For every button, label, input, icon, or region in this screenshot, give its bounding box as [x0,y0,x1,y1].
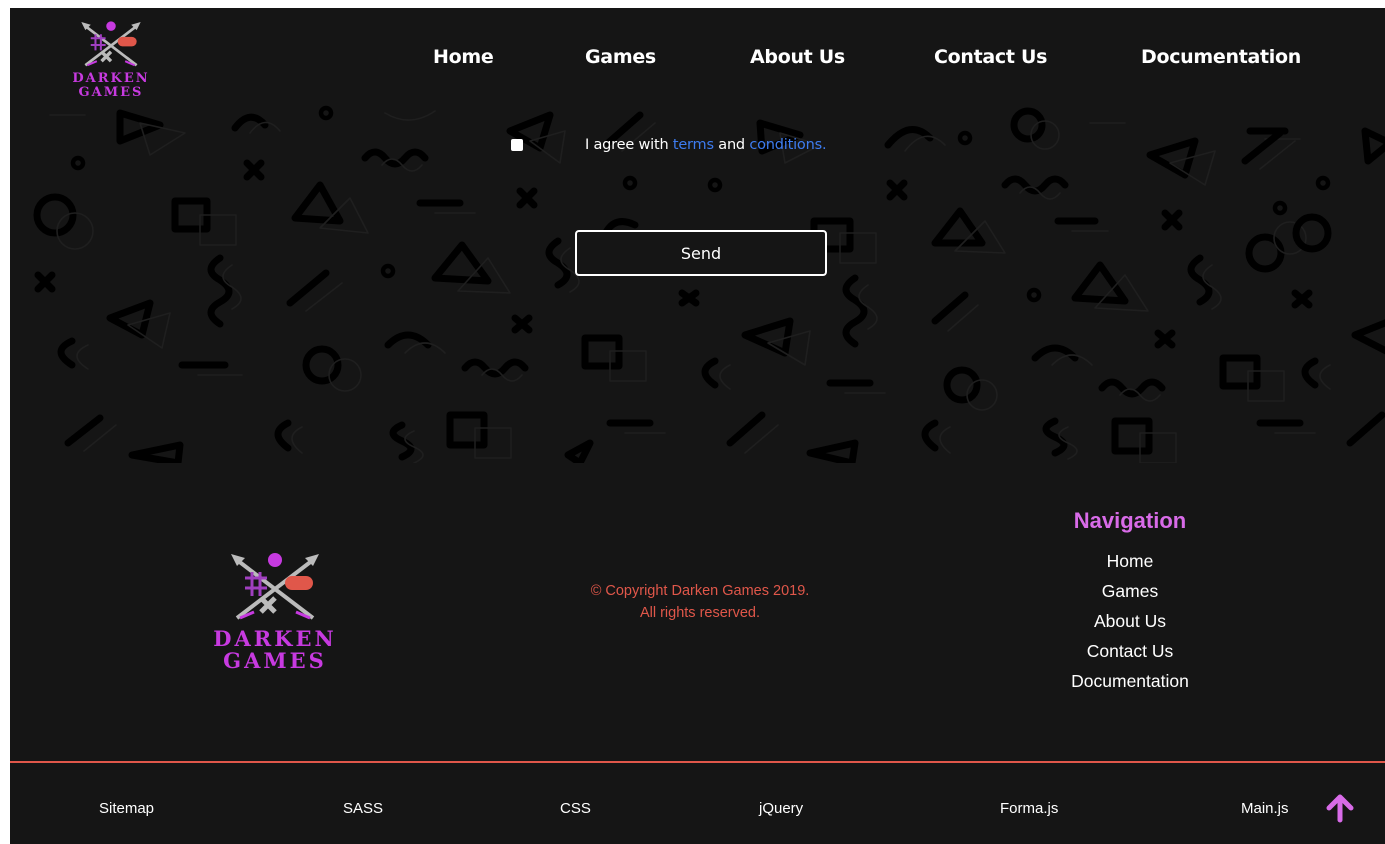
footer-nav-contact-us[interactable]: Contact Us [1030,636,1230,666]
crossed-arrows-logo-icon [231,553,319,620]
css-link[interactable]: CSS [560,800,591,817]
logo-text-line2: GAMES [78,84,144,100]
agree-row: I agree with terms and conditions. [511,136,827,154]
header-logo[interactable]: DARKEN GAMES [56,18,166,99]
nav-documentation[interactable]: Documentation [1141,46,1301,68]
footer-nav-home[interactable]: Home [1030,546,1230,576]
footer-nav-games[interactable]: Games [1030,576,1230,606]
formajs-link[interactable]: Forma.js [1000,800,1058,817]
agree-checkbox[interactable] [511,139,523,151]
terms-link[interactable]: terms [673,137,714,153]
copyright-line2: All rights reserved. [639,605,761,621]
logo-text-line1: DARKEN [213,626,337,651]
footer-divider [10,761,1385,763]
nav-about-us[interactable]: About Us [750,46,845,68]
copyright-line1: © Copyright Darken Games 2019. [590,583,810,599]
footer-nav: Navigation Home Games About Us Contact U… [1030,508,1230,696]
footer-nav-about-us[interactable]: About Us [1030,606,1230,636]
mainjs-link[interactable]: Main.js [1241,800,1289,817]
agree-label: I agree with terms and conditions. [585,137,827,153]
footer-logo[interactable]: DARKEN GAMES [200,548,350,672]
copyright: © Copyright Darken Games 2019. All right… [530,580,870,624]
footer-nav-title: Navigation [1073,508,1187,533]
conditions-link[interactable]: conditions. [749,137,826,153]
nav-games[interactable]: Games [585,46,656,68]
page: DARKEN GAMES Home Games About Us Contact… [10,8,1385,844]
agree-prefix: I agree with [585,137,673,153]
sitemap-link[interactable]: Sitemap [99,800,154,817]
footer-nav-documentation[interactable]: Documentation [1030,666,1230,696]
nav-contact-us[interactable]: Contact Us [934,46,1047,68]
send-button[interactable]: Send [575,230,827,276]
jquery-link[interactable]: jQuery [759,800,803,817]
crossed-arrows-logo-icon [81,21,141,67]
logo-text-line2: GAMES [223,648,327,674]
agree-middle: and [713,137,750,153]
nav-home[interactable]: Home [433,46,494,68]
arrow-up-icon[interactable] [1324,792,1356,824]
sass-link[interactable]: SASS [343,800,383,817]
background-pattern [33,105,1385,463]
logo-text-line1: DARKEN [72,71,150,86]
